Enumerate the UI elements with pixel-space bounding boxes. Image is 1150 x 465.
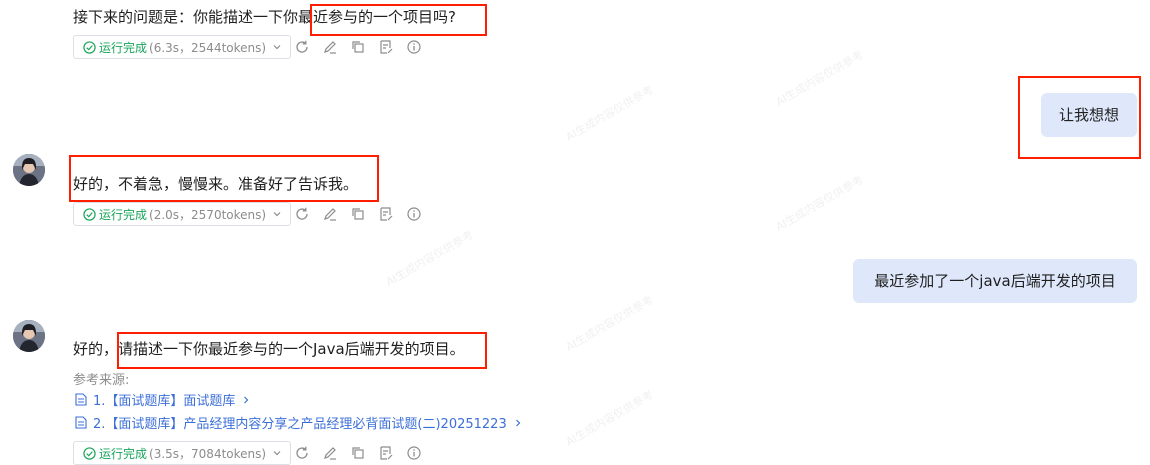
- chevron-right-icon: [515, 419, 521, 426]
- info-icon[interactable]: [406, 445, 422, 461]
- watermark: AI生成内容仅供参考: [383, 228, 476, 289]
- status-meta: (3.5s，7084tokens): [149, 446, 267, 461]
- edit-icon[interactable]: [322, 206, 338, 222]
- highlight-box: [69, 155, 379, 202]
- watermark: AI生成内容仅供参考: [563, 388, 656, 449]
- message-toolbar: [294, 441, 422, 465]
- user-message-bubble: 最近参加了一个java后端开发的项目: [853, 259, 1137, 303]
- reference-link[interactable]: 1.【面试题库】面试题库: [75, 390, 251, 409]
- chevron-right-icon: [244, 396, 249, 403]
- watermark: AI生成内容仅供参考: [773, 48, 866, 109]
- watermark: AI生成内容仅供参考: [563, 293, 656, 354]
- reference-label: 2.【面试题库】产品经理内容分享之产品经理必背面试题(二)20251223: [93, 417, 507, 432]
- status-label: 运行完成: [99, 40, 148, 55]
- run-status-dropdown[interactable]: 运行完成 (3.5s，7084tokens): [73, 441, 292, 465]
- status-label: 运行完成: [99, 207, 148, 222]
- message-toolbar: [294, 35, 422, 59]
- copy-icon[interactable]: [350, 39, 366, 55]
- check-circle-icon: [83, 40, 96, 54]
- refresh-icon[interactable]: [294, 39, 310, 55]
- reference-label: 1.【面试题库】面试题库: [93, 394, 236, 409]
- refresh-icon[interactable]: [294, 206, 310, 222]
- check-circle-icon: [83, 446, 96, 460]
- highlight-box: [310, 4, 487, 36]
- copy-icon[interactable]: [350, 206, 366, 222]
- avatar-image: [13, 320, 45, 352]
- note-icon[interactable]: [378, 445, 394, 461]
- refresh-icon[interactable]: [294, 445, 310, 461]
- document-icon: [75, 416, 87, 429]
- highlight-box: [117, 332, 487, 369]
- info-icon[interactable]: [406, 39, 422, 55]
- check-circle-icon: [83, 207, 96, 221]
- highlight-box: [1018, 76, 1141, 159]
- chevron-down-icon: [273, 451, 281, 456]
- message-toolbar: [294, 202, 422, 226]
- edit-icon[interactable]: [322, 39, 338, 55]
- note-icon[interactable]: [378, 39, 394, 55]
- avatar-image: [13, 154, 45, 186]
- info-icon[interactable]: [406, 206, 422, 222]
- assistant-avatar: [13, 320, 45, 352]
- run-status-dropdown[interactable]: 运行完成 (6.3s，2544tokens): [73, 35, 292, 59]
- status-meta: (2.0s，2570tokens): [149, 207, 267, 222]
- assistant-avatar: [13, 154, 45, 186]
- watermark: AI生成内容仅供参考: [563, 83, 656, 144]
- chevron-down-icon: [273, 212, 281, 217]
- references-title: 参考来源:: [73, 373, 130, 388]
- run-status-dropdown[interactable]: 运行完成 (2.0s，2570tokens): [73, 202, 292, 226]
- edit-icon[interactable]: [322, 445, 338, 461]
- user-message-text: 最近参加了一个java后端开发的项目: [874, 272, 1116, 290]
- reference-link[interactable]: 2.【面试题库】产品经理内容分享之产品经理必背面试题(二)20251223: [75, 413, 523, 432]
- chevron-down-icon: [273, 45, 281, 50]
- note-icon[interactable]: [378, 206, 394, 222]
- watermark: AI生成内容仅供参考: [773, 173, 866, 234]
- status-label: 运行完成: [99, 446, 148, 461]
- copy-icon[interactable]: [350, 445, 366, 461]
- document-icon: [75, 393, 87, 406]
- status-meta: (6.3s，2544tokens): [149, 40, 267, 55]
